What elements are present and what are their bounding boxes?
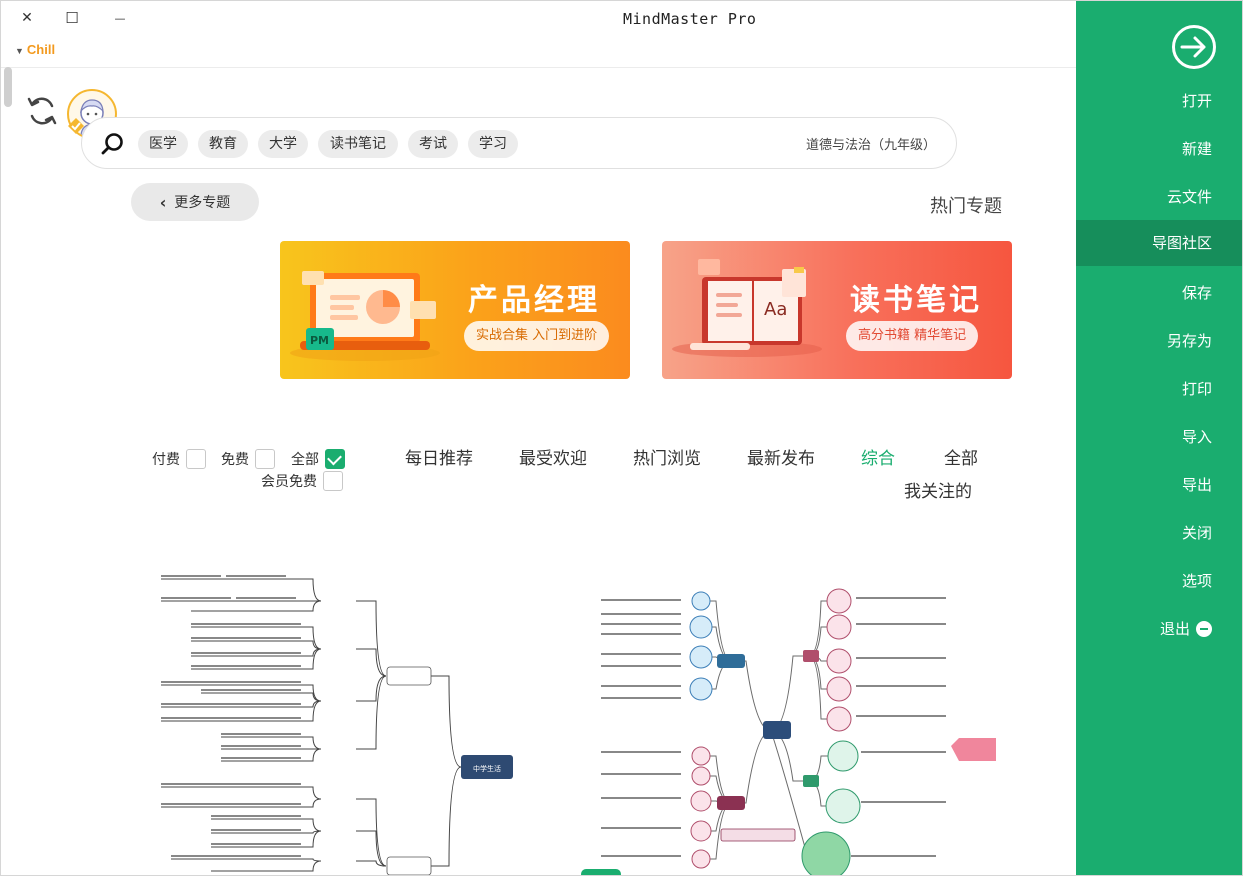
mindmap-card[interactable]: 中学生活: [131, 561, 531, 875]
banner-title: 读书笔记: [850, 283, 982, 318]
sidebar-item-label: 打印: [1181, 380, 1212, 398]
app-window: ✕ ☐ — MindMaster Pro ▼ Chill 打开 新建 云文件 导图…: [0, 0, 1243, 876]
sidebar-item-export[interactable]: 导出: [1076, 462, 1242, 508]
sidebar-item-close[interactable]: 关闭: [1076, 510, 1242, 556]
sidebar-item-options[interactable]: 选项: [1076, 558, 1242, 604]
maximize-icon[interactable]: ☐: [60, 7, 84, 29]
tag-exam[interactable]: 考试: [408, 130, 458, 158]
tag-education[interactable]: 教育: [198, 130, 248, 158]
sidebar-item-label: 保存: [1181, 284, 1212, 302]
tab-following[interactable]: 我关注的: [904, 477, 972, 502]
tab-all[interactable]: 全部: [944, 444, 978, 469]
tab-daily[interactable]: 每日推荐: [405, 444, 473, 469]
search-bar[interactable]: 医学 教育 大学 读书笔记 考试 学习 道德与法治（九年级）: [81, 117, 957, 169]
back-arrow-icon[interactable]: [1172, 25, 1216, 69]
sidebar-item-new[interactable]: 新建: [1076, 126, 1242, 172]
vertical-scrollbar[interactable]: [3, 67, 13, 875]
checkbox-label: 付费: [152, 452, 180, 468]
scroll-thumb[interactable]: [4, 67, 12, 107]
search-icon[interactable]: [101, 132, 125, 156]
mindmap-center-label: 中学生活: [473, 764, 501, 773]
checkbox-label: 全部: [291, 452, 319, 468]
tag-medicine[interactable]: 医学: [138, 130, 188, 158]
hot-topics-title: 热门专题: [930, 196, 1002, 217]
tab-comprehensive[interactable]: 综合: [861, 444, 895, 469]
theme-dropdown[interactable]: ▼ Chill: [15, 42, 55, 57]
sidebar-item-label: 导图社区: [1151, 234, 1212, 252]
filter-checkbox-member-free[interactable]: 会员免费: [261, 471, 343, 491]
filter-checkbox-all[interactable]: 全部: [291, 449, 345, 469]
sidebar-item-label: 新建: [1181, 140, 1212, 158]
book-illustration-icon: Aa: [672, 259, 822, 357]
sidebar-item-label: 打开: [1181, 92, 1212, 110]
mindmap-card[interactable]: [581, 561, 1001, 875]
filter-checkbox-paid[interactable]: 付费: [152, 449, 206, 469]
sidebar-item-label: 关闭: [1181, 524, 1212, 542]
svg-text:Aa: Aa: [764, 299, 787, 320]
mindmap-thumbnail: [581, 588, 996, 875]
refresh-icon[interactable]: [25, 94, 59, 128]
title-bar: ✕ ☐ — MindMaster Pro ▼ Chill: [1, 1, 1076, 68]
sidebar-item-cloud-files[interactable]: 云文件: [1076, 174, 1242, 220]
checkbox-label: 免费: [221, 452, 249, 468]
more-topics-button[interactable]: ‹ 更多专题: [131, 183, 259, 221]
checkbox-icon[interactable]: [323, 471, 343, 491]
sidebar-item-label: 导入: [1181, 428, 1212, 446]
sidebar-item-print[interactable]: 打印: [1076, 366, 1242, 412]
banner-reading-notes[interactable]: Aa 读书笔记 高分书籍 精华笔记: [662, 241, 1012, 379]
banner-product-manager[interactable]: PM 产品经理 实战合集 入门到进阶: [280, 241, 630, 379]
tag-university[interactable]: 大学: [258, 130, 308, 158]
checkbox-icon[interactable]: [255, 449, 275, 469]
sidebar-item-label: 退出: [1159, 620, 1190, 638]
checkbox-icon[interactable]: [186, 449, 206, 469]
mindmap-thumbnail: 中学生活: [161, 575, 513, 875]
tag-study[interactable]: 学习: [468, 130, 518, 158]
filter-checkbox-free[interactable]: 免费: [221, 449, 275, 469]
sidebar-item-label: 选项: [1181, 572, 1212, 590]
sidebar-item-save-as[interactable]: 另存为: [1076, 318, 1242, 364]
banner-title: 产品经理: [468, 283, 600, 318]
checkbox-label: 会员免费: [261, 474, 317, 490]
sidebar-item-open[interactable]: 打开: [1076, 78, 1242, 124]
search-input[interactable]: 道德与法治（九年级）: [806, 134, 936, 153]
checkbox-checked-icon[interactable]: [325, 449, 345, 469]
more-topics-label: 更多专题: [174, 195, 231, 211]
banner-subtitle: 高分书籍 精华笔记: [846, 321, 979, 351]
sidebar-item-import[interactable]: 导入: [1076, 414, 1242, 460]
chevron-down-icon: ▼: [15, 46, 24, 56]
minimize-icon[interactable]: —: [108, 7, 132, 29]
banner-subtitle: 实战合集 入门到进阶: [464, 321, 610, 351]
sidebar-item-save[interactable]: 保存: [1076, 270, 1242, 316]
sidebar-item-exit[interactable]: 退出: [1076, 606, 1242, 652]
tab-latest[interactable]: 最新发布: [747, 444, 815, 469]
file-menu-sidebar: 打开 新建 云文件 导图社区 保存 另存为 打印 导入 导出 关闭 选项 退出: [1076, 1, 1242, 875]
sidebar-item-label: 另存为: [1166, 332, 1212, 350]
laptop-illustration-icon: [290, 271, 440, 361]
sidebar-item-community[interactable]: 导图社区: [1076, 220, 1242, 266]
window-title: MindMaster Pro: [623, 10, 757, 28]
tab-hot[interactable]: 热门浏览: [633, 444, 701, 469]
theme-label: Chill: [26, 42, 56, 57]
chevron-left-icon: ‹: [159, 192, 167, 212]
pm-badge: PM: [310, 334, 330, 347]
sidebar-item-label: 云文件: [1166, 188, 1212, 206]
tab-popular[interactable]: 最受欢迎: [519, 444, 587, 469]
exit-icon: [1196, 621, 1212, 637]
tag-reading-notes[interactable]: 读书笔记: [318, 130, 398, 158]
close-icon[interactable]: ✕: [15, 7, 39, 29]
sidebar-item-label: 导出: [1181, 476, 1212, 494]
